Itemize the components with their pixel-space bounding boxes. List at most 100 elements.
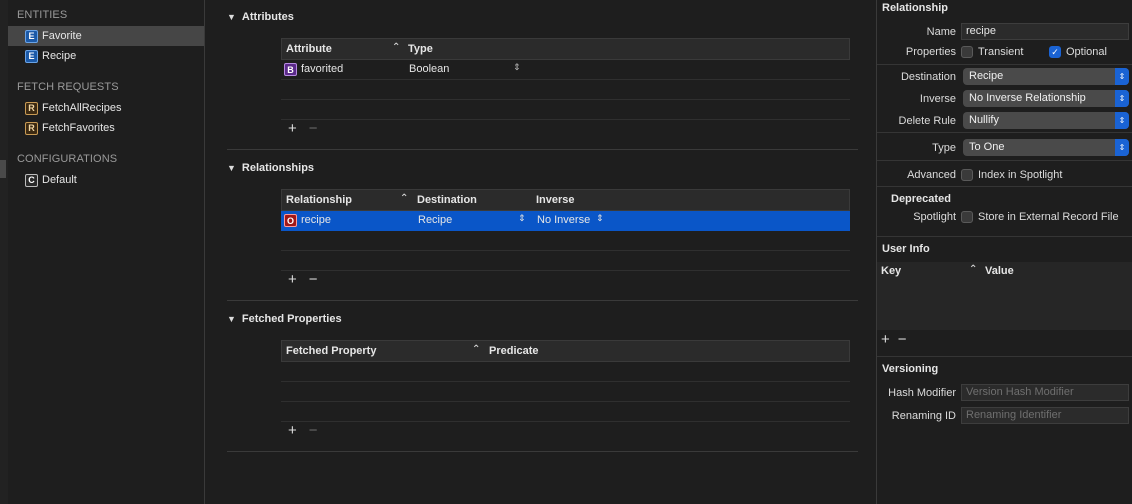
add-fetched-property-button[interactable]: +: [288, 422, 297, 439]
index-in-spotlight-checkbox[interactable]: [961, 169, 973, 181]
name-field[interactable]: recipe: [961, 23, 1129, 40]
column-header-key[interactable]: Key: [881, 265, 901, 277]
user-info-table-header: Key ⌃ Value: [877, 262, 1132, 280]
table-header: Attribute ⌃ Type: [281, 38, 850, 60]
updown-arrows-icon[interactable]: ⇕: [513, 62, 521, 73]
relationship-type-icon: O: [284, 214, 297, 227]
section-header-entities: ENTITIES: [17, 9, 68, 21]
sidebar-resize-handle[interactable]: [0, 160, 6, 178]
transient-checkbox[interactable]: [961, 46, 973, 58]
popup-value: No Inverse Relationship: [969, 92, 1086, 104]
user-info-title: User Info: [882, 243, 930, 255]
fetched-properties-section-header[interactable]: ▼ Fetched Properties: [227, 313, 342, 325]
add-user-info-button[interactable]: +: [881, 331, 890, 348]
store-external-label: Store in External Record File: [978, 211, 1119, 223]
add-relationship-button[interactable]: +: [288, 271, 297, 288]
table-row[interactable]: B favorited Boolean ⇕: [281, 60, 850, 80]
add-attribute-button[interactable]: +: [288, 120, 297, 137]
sort-ascending-icon[interactable]: ⌃: [392, 42, 400, 53]
advanced-label: Advanced: [907, 169, 956, 181]
configuration-icon: C: [25, 173, 38, 187]
sidebar-item-label: Recipe: [42, 50, 77, 62]
inverse-popup-button[interactable]: No Inverse Relationship ⇕: [963, 90, 1129, 107]
inspector-divider: [877, 160, 1132, 161]
relationship-name[interactable]: recipe: [301, 214, 331, 226]
disclosure-triangle-icon[interactable]: ▼: [227, 12, 236, 22]
entity-icon: E: [25, 29, 38, 43]
optional-checkbox[interactable]: ✓: [1049, 46, 1061, 58]
section-title: Relationships: [241, 162, 315, 174]
delete-rule-label: Delete Rule: [898, 115, 956, 127]
column-header-inverse[interactable]: Inverse: [536, 194, 575, 206]
column-header-fetched-property[interactable]: Fetched Property: [286, 345, 376, 357]
attribute-type-popup[interactable]: Boolean: [409, 63, 449, 75]
inverse-popup[interactable]: No Inverse: [537, 214, 590, 226]
renaming-id-field[interactable]: Renaming Identifier: [961, 407, 1129, 424]
remove-relationship-button[interactable]: −: [309, 271, 318, 288]
table-row-empty: [281, 100, 850, 120]
inspector-divider: [877, 236, 1132, 237]
versioning-title: Versioning: [882, 363, 939, 375]
inspector-divider: [877, 64, 1132, 65]
fetched-properties-table: Fetched Property ⌃ Predicate: [281, 340, 850, 422]
sidebar-item-favorite[interactable]: E Favorite: [8, 26, 204, 46]
sort-ascending-icon[interactable]: ⌃: [472, 344, 480, 355]
fetch-request-icon: R: [25, 121, 38, 135]
column-header-type[interactable]: Type: [408, 43, 433, 55]
disclosure-triangle-icon[interactable]: ▼: [227, 314, 236, 324]
sidebar-item-label: Default: [42, 174, 77, 186]
destination-popup-button[interactable]: Recipe ⇕: [963, 68, 1129, 85]
hash-modifier-field[interactable]: Version Hash Modifier: [961, 384, 1129, 401]
disclosure-triangle-icon[interactable]: ▼: [227, 163, 236, 173]
sidebar-item-label: Favorite: [42, 30, 82, 42]
table-row-empty: [281, 80, 850, 100]
type-popup-button[interactable]: To One ⇕: [963, 139, 1129, 156]
section-title: Attributes: [241, 11, 294, 23]
column-header-predicate[interactable]: Predicate: [489, 345, 539, 357]
sidebar-item-default[interactable]: C Default: [8, 170, 204, 190]
updown-arrows-icon[interactable]: ⇕: [518, 213, 526, 224]
user-info-table: [877, 280, 1132, 330]
remove-attribute-button[interactable]: −: [309, 120, 318, 137]
attributes-section-header[interactable]: ▼ Attributes: [227, 11, 294, 23]
table-row-selected[interactable]: O recipe Recipe ⇕ No Inverse ⇕: [281, 211, 850, 231]
section-header-configurations: CONFIGURATIONS: [17, 153, 118, 165]
name-label: Name: [926, 26, 956, 38]
sidebar-item-recipe[interactable]: E Recipe: [8, 46, 204, 66]
attributes-add-remove: + −: [288, 120, 318, 137]
updown-arrows-icon: ⇕: [1115, 90, 1129, 107]
delete-rule-popup-button[interactable]: Nullify ⇕: [963, 112, 1129, 129]
sidebar-edge: [0, 0, 8, 504]
inspector-divider: [877, 132, 1132, 133]
fetched-properties-add-remove: + −: [288, 422, 318, 439]
store-external-checkbox[interactable]: [961, 211, 973, 223]
section-divider: [227, 300, 858, 301]
optional-label: Optional: [1066, 46, 1107, 58]
index-in-spotlight-label: Index in Spotlight: [978, 169, 1063, 181]
inspector-divider: [877, 186, 1132, 187]
remove-user-info-button[interactable]: −: [898, 331, 907, 348]
attribute-name[interactable]: favorited: [301, 63, 343, 75]
popup-value: To One: [969, 141, 1005, 153]
sidebar-item-fetchallrecipes[interactable]: R FetchAllRecipes: [8, 98, 204, 118]
inspector-divider: [877, 356, 1132, 357]
column-header-destination[interactable]: Destination: [417, 194, 477, 206]
column-header-value[interactable]: Value: [985, 265, 1014, 277]
destination-popup[interactable]: Recipe: [418, 214, 452, 226]
spotlight-label: Spotlight: [913, 211, 956, 223]
table-header: Fetched Property ⌃ Predicate: [281, 340, 850, 362]
properties-label: Properties: [905, 46, 956, 58]
relationships-section-header[interactable]: ▼ Relationships: [227, 162, 314, 174]
sort-ascending-icon[interactable]: ⌃: [969, 264, 977, 275]
sort-ascending-icon[interactable]: ⌃: [400, 193, 408, 204]
sidebar-item-fetchfavorites[interactable]: R FetchFavorites: [8, 118, 204, 138]
updown-arrows-icon[interactable]: ⇕: [596, 213, 604, 224]
column-header-attribute[interactable]: Attribute: [286, 43, 332, 55]
transient-label: Transient: [978, 46, 1024, 58]
relationships-table: Relationship ⌃ Destination Inverse O rec…: [281, 189, 850, 271]
section-header-fetch-requests: FETCH REQUESTS: [17, 81, 119, 93]
remove-fetched-property-button[interactable]: −: [309, 422, 318, 439]
column-header-relationship[interactable]: Relationship: [286, 194, 352, 206]
table-header: Relationship ⌃ Destination Inverse: [281, 189, 850, 211]
table-row-empty: [281, 402, 850, 422]
